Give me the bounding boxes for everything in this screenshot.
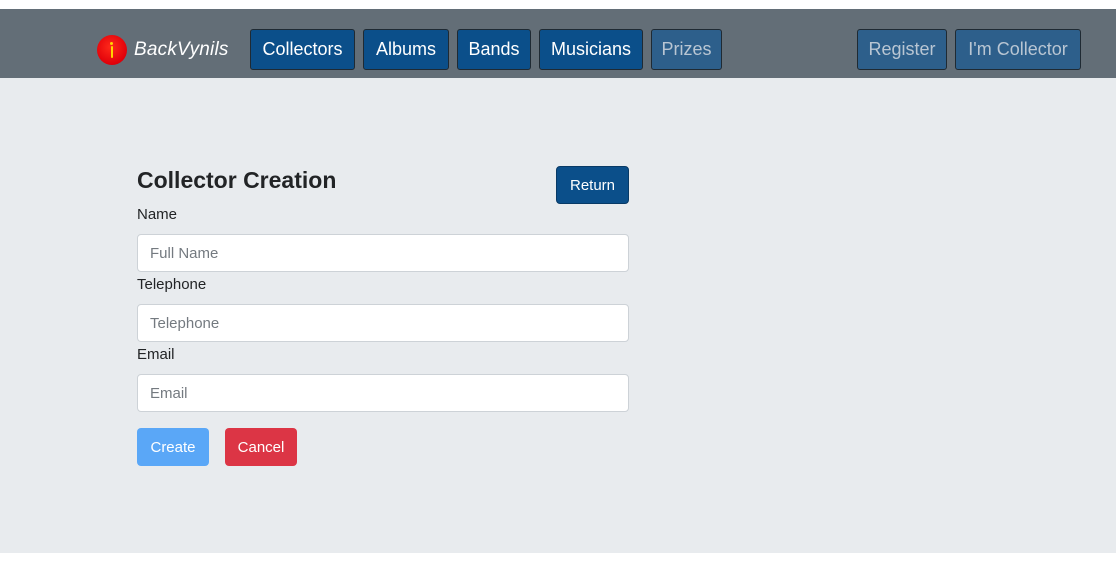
brand[interactable]: BackVynils — [97, 35, 229, 65]
brand-name: BackVynils — [134, 39, 229, 60]
cancel-button[interactable]: Cancel — [225, 428, 297, 466]
vinyl-logo-icon — [97, 35, 127, 65]
nav-musicians-button[interactable]: Musicians — [539, 29, 643, 70]
nav-albums-button[interactable]: Albums — [363, 29, 449, 70]
im-collector-button[interactable]: I'm Collector — [955, 29, 1081, 70]
telephone-input[interactable] — [137, 304, 629, 342]
full-name-input[interactable] — [137, 234, 629, 272]
email-label: Email — [137, 346, 175, 363]
email-input[interactable] — [137, 374, 629, 412]
name-label: Name — [137, 206, 178, 223]
create-button[interactable]: Create — [137, 428, 209, 466]
return-button[interactable]: Return — [556, 166, 629, 204]
register-button[interactable]: Register — [857, 29, 947, 70]
page-title: Collector Creation — [137, 167, 337, 193]
nav-collectors-button[interactable]: Collectors — [250, 29, 355, 70]
telephone-label: Telephone — [137, 276, 207, 293]
nav-prizes-button[interactable]: Prizes — [651, 29, 722, 70]
top-strip — [0, 0, 1116, 9]
nav-bands-button[interactable]: Bands — [457, 29, 531, 70]
